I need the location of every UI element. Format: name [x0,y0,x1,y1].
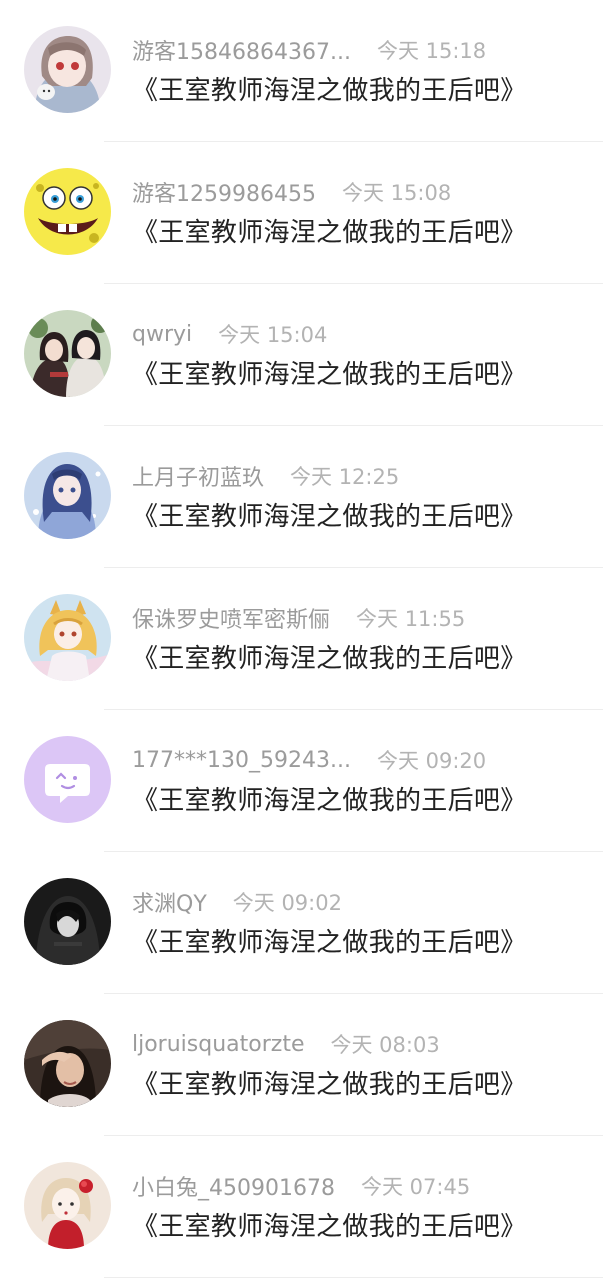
comment-item[interactable]: 保诛罗史喷军密斯俪 今天 11:55 《王室教师海涅之做我的王后吧》 [0,568,603,710]
username[interactable]: qwryi [132,322,192,347]
comment-item[interactable]: 游客1259986455 今天 15:08 《王室教师海涅之做我的王后吧》 [0,142,603,284]
comment-meta: 求渊QY 今天 09:02 [132,886,342,918]
timestamp: 今天 08:03 [330,1033,440,1057]
username[interactable]: 游客1259986455 [132,176,316,208]
comment-content[interactable]: 《王室教师海涅之做我的王后吧》 [132,780,527,817]
comment-meta: 上月子初蓝玖 今天 12:25 [132,460,399,492]
comment-item[interactable]: 小白兔_450901678 今天 07:45 《王室教师海涅之做我的王后吧》 [0,1136,603,1278]
comment-meta: ljoruisquatorzte 今天 08:03 [132,1028,440,1060]
comment-meta: qwryi 今天 15:04 [132,318,327,350]
timestamp: 今天 11:55 [356,607,466,631]
comment-content[interactable]: 《王室教师海涅之做我的王后吧》 [132,1206,527,1243]
comment-content[interactable]: 《王室教师海涅之做我的王后吧》 [132,922,527,959]
comment-meta: 游客15846864367... 今天 15:18 [132,34,486,66]
comment-item[interactable]: 游客15846864367... 今天 15:18 《王室教师海涅之做我的王后吧… [0,0,603,142]
divider [104,1277,603,1278]
two-characters-avatar-icon[interactable] [24,310,111,397]
comment-content[interactable]: 《王室教师海涅之做我的王后吧》 [132,70,527,107]
comment-meta: 游客1259986455 今天 15:08 [132,176,451,208]
photo-girl-avatar-icon[interactable] [24,1020,111,1107]
timestamp: 今天 07:45 [360,1175,471,1199]
dark-hood-avatar-icon[interactable] [24,878,111,965]
anime-girl-avatar-icon[interactable] [24,26,111,113]
username[interactable]: 求渊QY [132,886,207,918]
username[interactable]: 游客15846864367... [132,34,351,66]
comment-content[interactable]: 《王室教师海涅之做我的王后吧》 [132,638,527,675]
timestamp: 今天 09:20 [376,749,487,773]
fox-girl-avatar-icon[interactable] [24,594,111,681]
comment-content[interactable]: 《王室教师海涅之做我的王后吧》 [132,1064,527,1101]
comment-meta: 177***130_59243... 今天 09:20 [132,744,486,776]
timestamp: 今天 15:08 [341,181,452,205]
comment-content[interactable]: 《王室教师海涅之做我的王后吧》 [132,496,527,533]
comment-list: 游客15846864367... 今天 15:18 《王室教师海涅之做我的王后吧… [0,0,603,1280]
username[interactable]: 保诛罗史喷军密斯俪 [132,602,330,634]
comment-item[interactable]: 上月子初蓝玖 今天 12:25 《王室教师海涅之做我的王后吧》 [0,426,603,568]
username[interactable]: 小白兔_450901678 [132,1170,335,1202]
timestamp: 今天 09:02 [232,891,342,915]
blue-hair-girl-avatar-icon[interactable] [24,452,111,539]
comment-meta: 保诛罗史喷军密斯俪 今天 11:55 [132,602,465,634]
username[interactable]: 177***130_59243... [132,748,351,773]
username[interactable]: ljoruisquatorzte [132,1032,304,1057]
spongebob-avatar-icon[interactable] [24,168,111,255]
timestamp: 今天 12:25 [290,465,400,489]
comment-item[interactable]: ljoruisquatorzte 今天 08:03 《王室教师海涅之做我的王后吧… [0,994,603,1136]
comment-content[interactable]: 《王室教师海涅之做我的王后吧》 [132,212,527,249]
default-chat-avatar-icon[interactable] [24,736,111,823]
comment-item[interactable]: 177***130_59243... 今天 09:20 《王室教师海涅之做我的王… [0,710,603,852]
comment-item[interactable]: qwryi 今天 15:04 《王室教师海涅之做我的王后吧》 [0,284,603,426]
comment-content[interactable]: 《王室教师海涅之做我的王后吧》 [132,354,527,391]
username[interactable]: 上月子初蓝玖 [132,460,264,492]
timestamp: 今天 15:18 [376,39,487,63]
comment-item[interactable]: 求渊QY 今天 09:02 《王室教师海涅之做我的王后吧》 [0,852,603,994]
rose-girl-avatar-icon[interactable] [24,1162,111,1249]
timestamp: 今天 15:04 [218,323,328,347]
comment-meta: 小白兔_450901678 今天 07:45 [132,1170,470,1202]
